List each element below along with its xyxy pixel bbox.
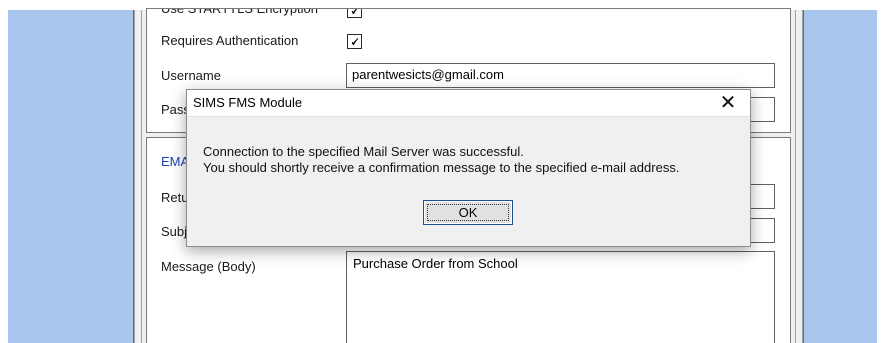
ok-button-label: OK [427, 204, 509, 221]
starttls-checkbox[interactable]: 🗸 [347, 9, 362, 18]
window-frame-right [795, 10, 803, 343]
close-icon[interactable]: ✕ [716, 91, 740, 115]
message-body-label: Message (Body) [161, 259, 256, 274]
username-field[interactable]: parentwesicts@gmail.com [346, 63, 775, 88]
dialog-title: SIMS FMS Module [193, 95, 303, 110]
dialog-message-line-2: You should shortly receive a confirmatio… [203, 160, 680, 175]
dialog-message-line-1: Connection to the specified Mail Server … [203, 144, 524, 159]
ok-button[interactable]: OK [423, 200, 513, 225]
desktop-background-left [8, 10, 133, 343]
dialog-titlebar: SIMS FMS Module ✕ [187, 90, 750, 117]
username-label: Username [161, 68, 221, 83]
message-body-field[interactable]: Purchase Order from School [346, 251, 775, 343]
desktop-background-right [804, 10, 877, 343]
requires-auth-label: Requires Authentication [161, 33, 299, 48]
window-frame-left [134, 10, 142, 343]
requires-auth-checkbox[interactable]: 🗸 [347, 34, 362, 49]
starttls-label: Use STARTTLS Encryption [161, 1, 319, 16]
connection-success-dialog: SIMS FMS Module ✕ Connection to the spec… [186, 89, 751, 247]
